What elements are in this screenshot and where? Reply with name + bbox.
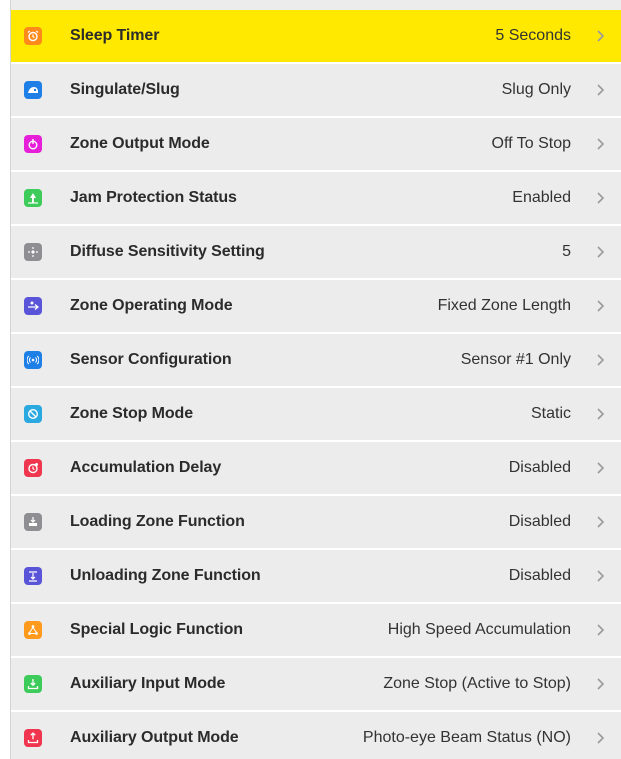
chevron-right-icon [595,137,605,151]
stop-icon [24,405,42,423]
settings-row-accumulation-delay[interactable]: Accumulation Delay Disabled [11,442,621,496]
settings-row-label: Zone Output Mode [70,135,210,152]
delay-clock-icon [24,459,42,477]
settings-row-value: Disabled [508,567,571,584]
chevron-right-icon [595,245,605,259]
chevron-right-icon [595,299,605,313]
chevron-right-icon [595,569,605,583]
settings-row-label: Auxiliary Input Mode [70,675,226,692]
settings-row-zone-stop-mode[interactable]: Zone Stop Mode Static [11,388,621,442]
settings-row-label: Loading Zone Function [70,513,245,530]
settings-row-value: Fixed Zone Length [437,297,571,314]
settings-row-label: Sleep Timer [70,27,160,44]
alarm-clock-icon [24,27,42,45]
settings-row-jam-protection-status[interactable]: Jam Protection Status Enabled [11,172,621,226]
chevron-right-icon [595,515,605,529]
settings-row-label: Auxiliary Output Mode [70,729,239,746]
zone-mode-icon [24,297,42,315]
settings-row-diffuse-sensitivity[interactable]: Diffuse Sensitivity Setting 5 [11,226,621,280]
settings-row-loading-zone-function[interactable]: Loading Zone Function Disabled [11,496,621,550]
sensitivity-icon [24,243,42,261]
sensor-icon [24,351,42,369]
settings-row-value: Off To Stop [491,135,571,152]
settings-row-value: 5 Seconds [495,27,571,44]
chevron-right-icon [595,731,605,745]
settings-row-label: Zone Stop Mode [70,405,194,422]
output-tray-icon [24,729,42,747]
settings-row-label: Jam Protection Status [70,189,237,206]
settings-row-value: 5 [562,243,571,260]
settings-row-sensor-configuration[interactable]: Sensor Configuration Sensor #1 Only [11,334,621,388]
chevron-right-icon [595,677,605,691]
settings-row-label: Singulate/Slug [70,81,180,98]
input-tray-icon [24,675,42,693]
settings-row-value: High Speed Accumulation [387,621,571,638]
settings-row-label: Accumulation Delay [70,459,222,476]
logic-tree-icon [24,621,42,639]
settings-row-special-logic-function[interactable]: Special Logic Function High Speed Accumu… [11,604,621,658]
chevron-right-icon [595,461,605,475]
settings-row-value: Disabled [508,513,571,530]
settings-row-label: Zone Operating Mode [70,297,233,314]
settings-row-singulate-slug[interactable]: Singulate/Slug Slug Only [11,64,621,118]
slug-icon [24,81,42,99]
settings-row-label: Special Logic Function [70,621,243,638]
settings-row-sleep-timer[interactable]: Sleep Timer 5 Seconds [11,10,621,64]
unloading-zone-icon [24,567,42,585]
settings-row-label: Unloading Zone Function [70,567,261,584]
loading-zone-icon [24,513,42,531]
settings-row-zone-output-mode[interactable]: Zone Output Mode Off To Stop [11,118,621,172]
settings-row-auxiliary-output-mode[interactable]: Auxiliary Output Mode Photo-eye Beam Sta… [11,712,621,759]
settings-row-value: Disabled [508,459,571,476]
settings-row-zone-operating-mode[interactable]: Zone Operating Mode Fixed Zone Length [11,280,621,334]
settings-row-value: Sensor #1 Only [460,351,571,368]
settings-row-unloading-zone-function[interactable]: Unloading Zone Function Disabled [11,550,621,604]
chevron-right-icon [595,407,605,421]
settings-row-value: Slug Only [501,81,571,98]
settings-row-label: Sensor Configuration [70,351,232,368]
chevron-right-icon [595,29,605,43]
settings-row-value: Enabled [512,189,571,206]
settings-row-auxiliary-input-mode[interactable]: Auxiliary Input Mode Zone Stop (Active t… [11,658,621,712]
chevron-right-icon [595,353,605,367]
jam-protection-icon [24,189,42,207]
settings-row-value: Zone Stop (Active to Stop) [383,675,571,692]
settings-row-value: Static [530,405,571,422]
settings-row-label: Diffuse Sensitivity Setting [70,243,265,260]
chevron-right-icon [595,191,605,205]
power-output-icon [24,135,42,153]
chevron-right-icon [595,83,605,97]
chevron-right-icon [595,623,605,637]
settings-row-value: Photo-eye Beam Status (NO) [362,729,571,746]
settings-list: Sleep Timer 5 Seconds Singulate/Slug Slu… [10,0,621,759]
